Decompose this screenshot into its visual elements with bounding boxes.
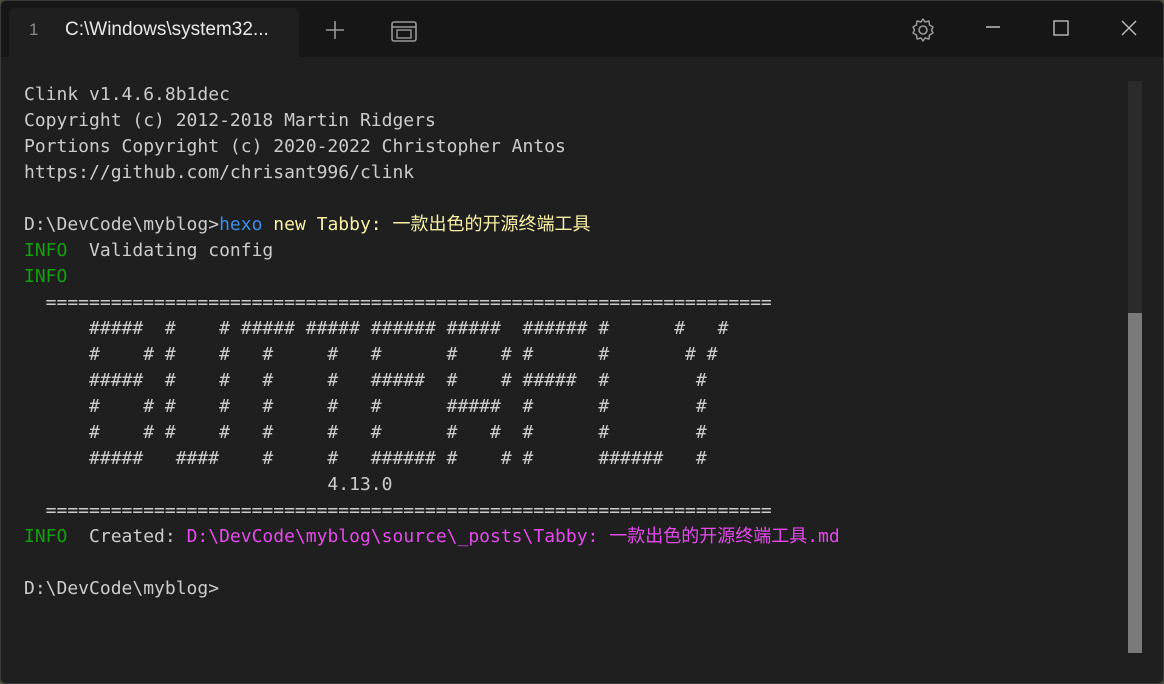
- command-args: new Tabby: 一款出色的开源终端工具: [262, 214, 591, 235]
- title-bar[interactable]: 1 C:\Windows\system32...: [1, 1, 1163, 57]
- prompt-line[interactable]: D:\DevCode\myblog>: [24, 576, 219, 602]
- log-text: Validating config: [67, 240, 274, 261]
- header-line: https://github.com/chrisant996/clink: [24, 162, 415, 183]
- log-line: INFO: [24, 264, 67, 290]
- info-label: INFO: [24, 240, 68, 261]
- close-icon: [1121, 20, 1137, 36]
- banner-line: # # # # # # # # # # # # #: [24, 344, 718, 365]
- banner-line: # # # # # # # # # # # #: [24, 422, 707, 443]
- tab-index: 1: [29, 20, 39, 39]
- version-line: 4.13.0: [24, 474, 393, 495]
- info-label: INFO: [24, 526, 68, 547]
- minimize-icon: [986, 26, 1000, 28]
- gear-icon: [912, 18, 934, 42]
- tab-overview-icon: [391, 21, 417, 42]
- prompt-path: D:\DevCode\myblog>: [24, 214, 220, 235]
- maximize-button[interactable]: [1041, 11, 1081, 49]
- log-line: INFO Created: D:\DevCode\myblog\source\_…: [24, 524, 840, 550]
- banner-line: ##### # # # # ##### # # ##### # #: [24, 370, 707, 391]
- command-name: hexo: [219, 214, 263, 235]
- banner-line: ##### #### # # ###### # # # ###### #: [24, 448, 707, 469]
- banner-line: ##### # # ##### ##### ###### ##### #####…: [24, 318, 729, 339]
- created-file-path: D:\DevCode\myblog\source\_posts\Tabby: 一…: [186, 526, 840, 547]
- banner-line: ========================================…: [24, 292, 772, 313]
- maximize-icon: [1053, 20, 1069, 36]
- settings-button[interactable]: [903, 11, 943, 49]
- minimize-button[interactable]: [973, 11, 1013, 49]
- plus-icon: [326, 21, 344, 39]
- close-button[interactable]: [1109, 11, 1149, 49]
- info-label: INFO: [24, 266, 68, 287]
- header-line: Copyright (c) 2012-2018 Martin Ridgers: [24, 110, 436, 131]
- tab-active[interactable]: 1 C:\Windows\system32...: [9, 8, 299, 57]
- new-tab-button[interactable]: [315, 11, 355, 49]
- banner-line: # # # # # # # ##### # # #: [24, 396, 707, 417]
- terminal-window: 1 C:\Windows\system32... Clink v1.4.6.8b…: [0, 0, 1164, 684]
- terminal-output[interactable]: Clink v1.4.6.8b1dec Copyright (c) 2012-2…: [1, 57, 1163, 683]
- tab-overview-button[interactable]: [384, 11, 424, 49]
- tab-title: C:\Windows\system32...: [65, 19, 269, 40]
- header-line: Portions Copyright (c) 2020-2022 Christo…: [24, 136, 566, 157]
- log-text: Created:: [67, 526, 187, 547]
- header-line: Clink v1.4.6.8b1dec: [24, 84, 230, 105]
- scrollbar-thumb[interactable]: [1128, 313, 1142, 653]
- command-line: D:\DevCode\myblog>hexo new Tabby: 一款出色的开…: [24, 212, 590, 238]
- log-line: INFO Validating config: [24, 238, 273, 264]
- banner-line: ========================================…: [24, 500, 772, 521]
